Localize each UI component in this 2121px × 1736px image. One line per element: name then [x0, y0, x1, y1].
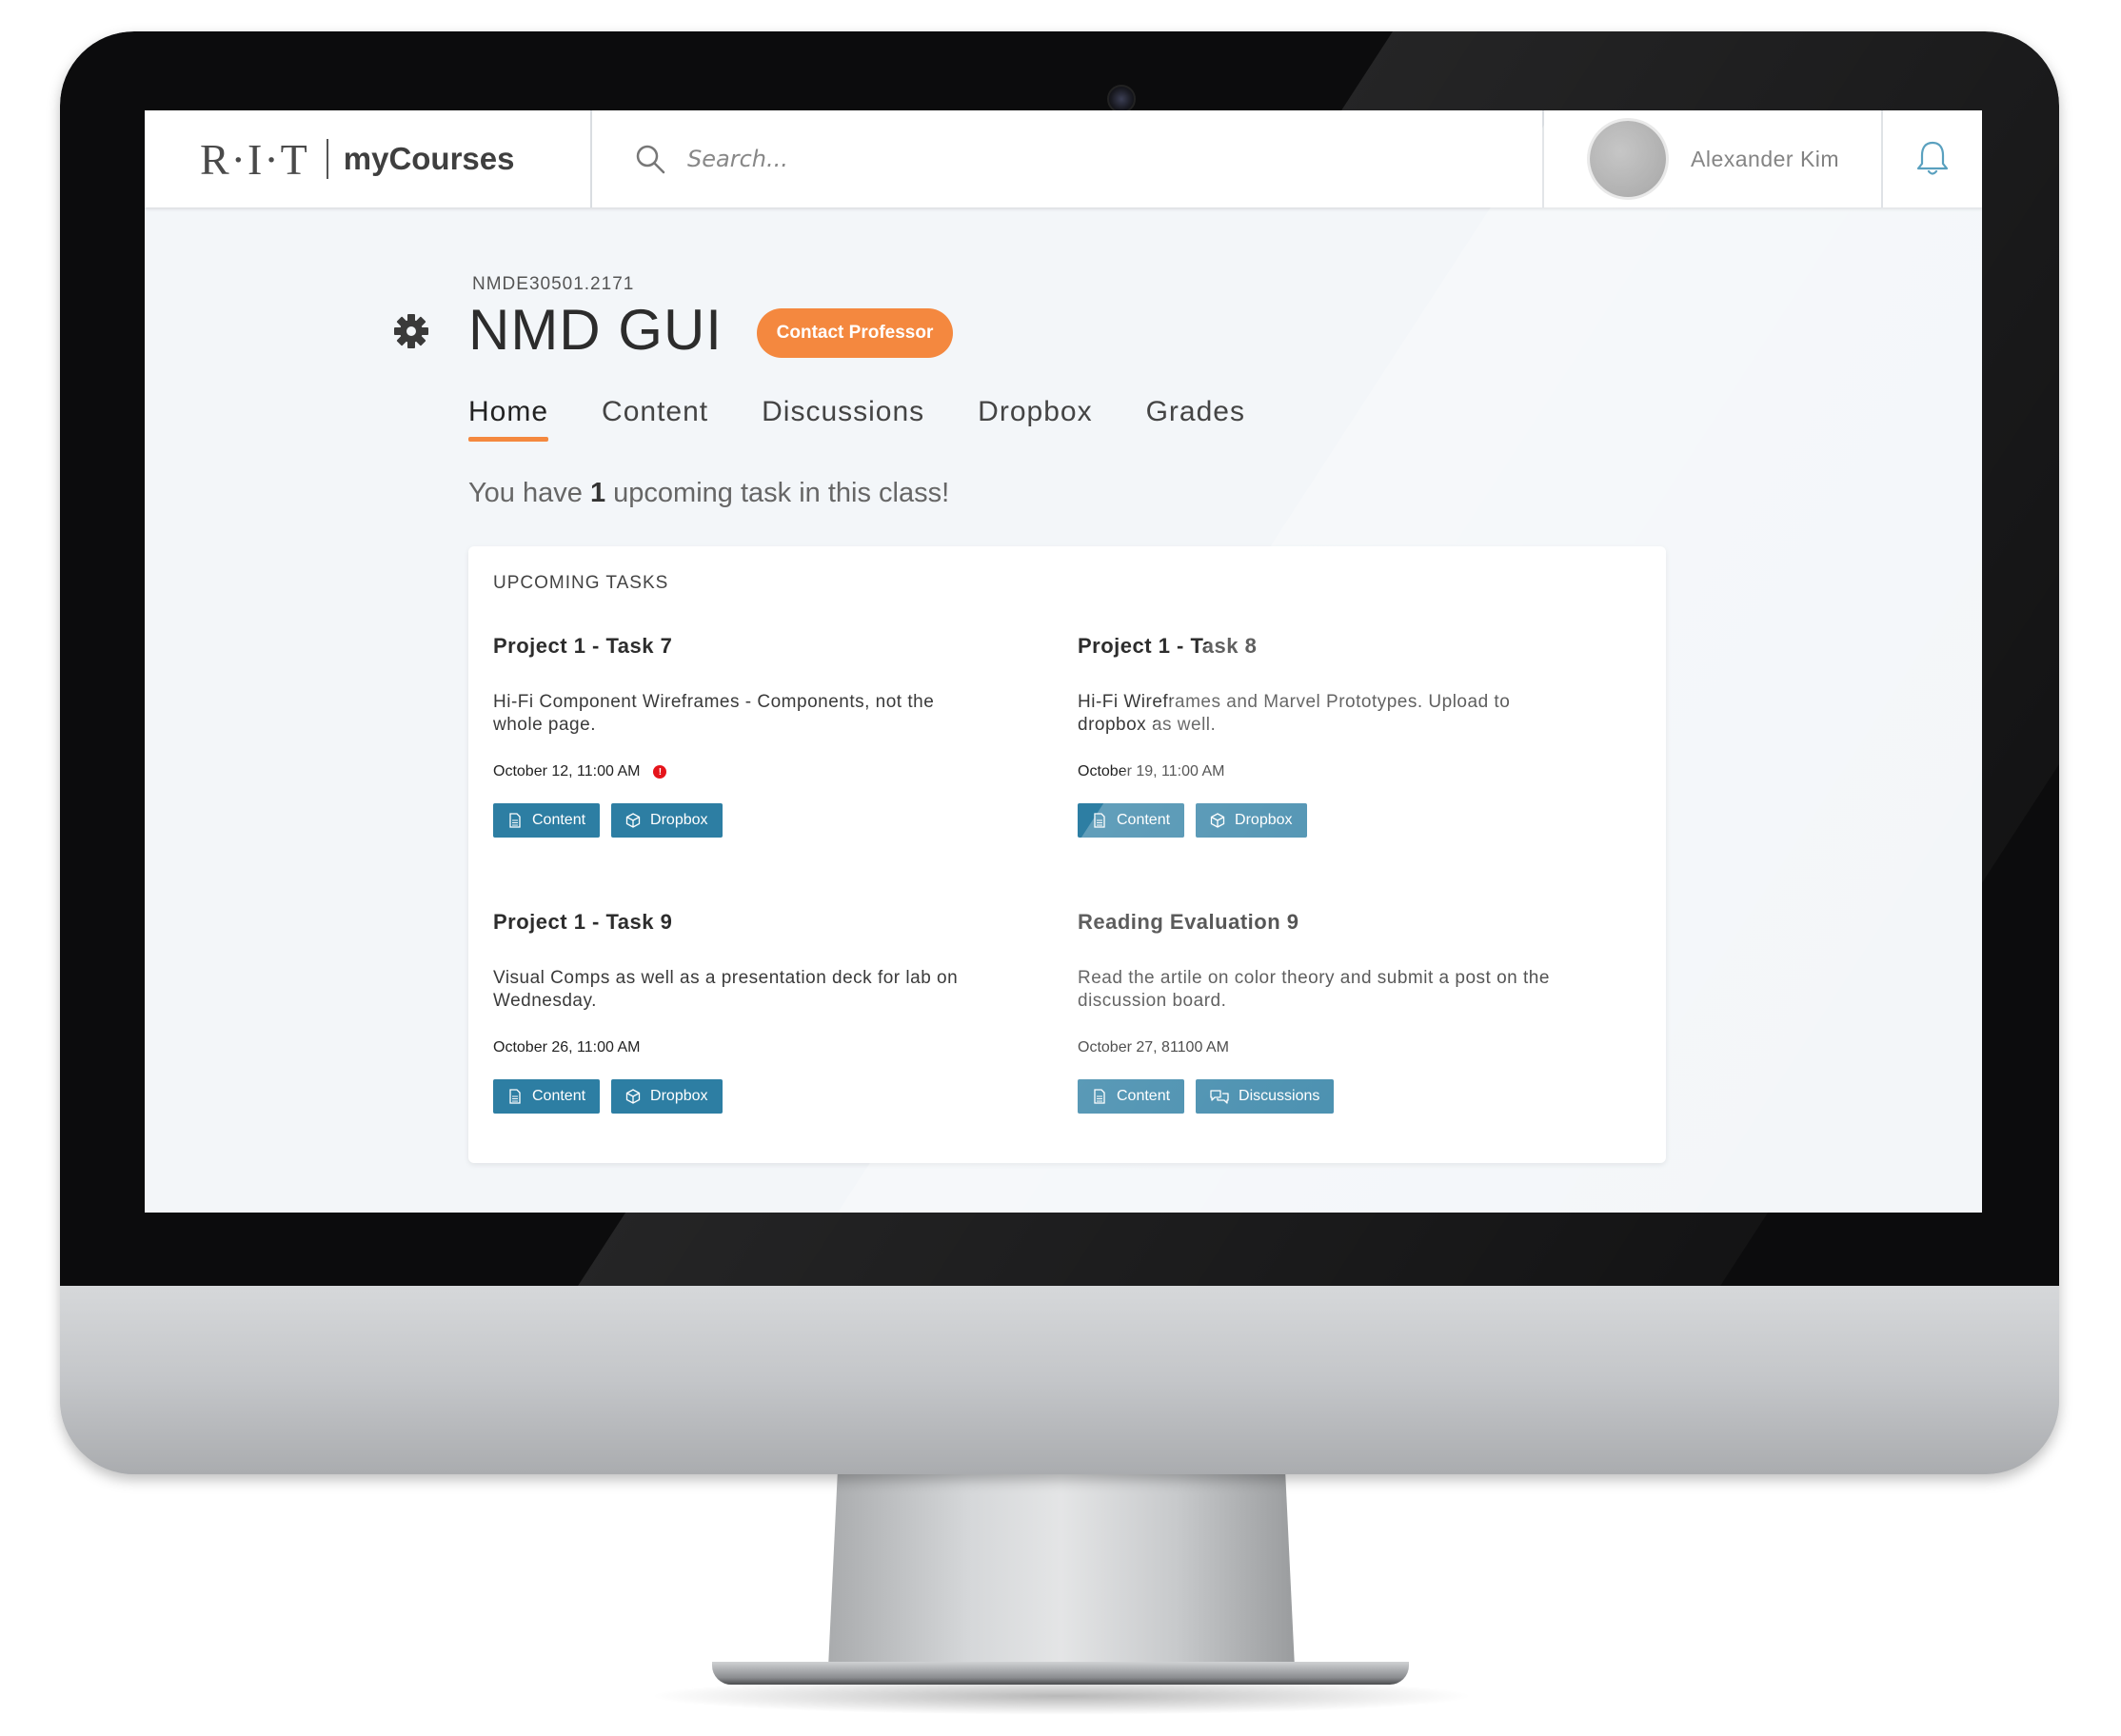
bell-icon[interactable] — [1914, 139, 1951, 179]
task-description: Hi-Fi Component Wireframes - Components,… — [493, 692, 935, 735]
task-buttons: Content Dropbox — [1078, 803, 1611, 838]
summary-prefix: You have — [468, 478, 583, 508]
dropbox-button[interactable]: Dropbox — [611, 803, 723, 838]
task-title[interactable]: Reading Evaluation 9 — [1078, 910, 1611, 935]
monitor-stand-base — [712, 1662, 1409, 1685]
task-description: Read the artile on color theory and subm… — [1078, 968, 1550, 1011]
task-item: Project 1 - Task 9 Visual Comps as well … — [493, 910, 1026, 1114]
rit-logo: R·I·T — [200, 134, 309, 184]
box-icon — [625, 813, 641, 828]
task-date: October 26, 11:00 AM — [493, 1039, 1026, 1056]
content-button-label: Content — [532, 1088, 586, 1104]
notifications — [1883, 110, 1982, 207]
dropbox-button-label: Dropbox — [650, 812, 708, 828]
task-buttons: Content Dropbox — [493, 1079, 1026, 1114]
tab-discussions[interactable]: Discussions — [762, 396, 924, 436]
upcoming-summary: You have 1 upcoming task in this class! — [468, 478, 949, 509]
tab-content[interactable]: Content — [602, 396, 708, 436]
box-icon — [625, 1089, 641, 1104]
box-icon — [1210, 813, 1225, 828]
dropbox-button-label: Dropbox — [650, 1088, 708, 1104]
task-date-text: October 19, 11:00 AM — [1078, 763, 1225, 779]
task-title[interactable]: Project 1 - Task 8 — [1078, 634, 1611, 659]
task-date: October 19, 11:00 AM — [1078, 763, 1611, 780]
search-input[interactable] — [685, 145, 1260, 173]
avatar[interactable] — [1590, 121, 1666, 197]
content-button-label: Content — [1117, 1088, 1171, 1104]
upcoming-tasks-heading: UPCOMING TASKS — [493, 573, 669, 593]
task-item: Reading Evaluation 9 Read the artile on … — [1078, 910, 1611, 1114]
discussions-button[interactable]: Discussions — [1196, 1079, 1335, 1114]
dropbox-button[interactable]: Dropbox — [611, 1079, 723, 1114]
summary-suffix: upcoming task in this class! — [613, 478, 950, 508]
document-icon — [509, 813, 521, 828]
brand-divider — [326, 139, 328, 179]
top-bar: R·I·T myCourses Alexander Kim — [145, 110, 1982, 207]
task-title[interactable]: Project 1 - Task 9 — [493, 910, 1026, 935]
task-item: Project 1 - Task 7 Hi-Fi Component Wiref… — [493, 634, 1026, 838]
task-item: Project 1 - Task 8 Hi-Fi Wireframes and … — [1078, 634, 1611, 838]
task-date-text: October 26, 11:00 AM — [493, 1039, 641, 1055]
screen: R·I·T myCourses Alexander Kim — [145, 110, 1982, 1213]
search-bar — [592, 110, 1544, 207]
task-description: Visual Comps as well as a presentation d… — [493, 968, 959, 1011]
content-button[interactable]: Content — [493, 1079, 601, 1114]
user-menu[interactable]: Alexander Kim — [1544, 110, 1883, 207]
content-button-label: Content — [532, 812, 586, 828]
upcoming-tasks-card: UPCOMING TASKS Project 1 - Task 7 Hi-Fi … — [468, 546, 1666, 1163]
course-tabs: Home Content Discussions Dropbox Grades — [468, 396, 1298, 442]
task-date: October 27, 81100 AM — [1078, 1039, 1611, 1056]
gear-icon[interactable] — [392, 312, 430, 350]
app-name: myCourses — [343, 141, 515, 176]
tab-home[interactable]: Home — [468, 396, 549, 442]
content-button-label: Content — [1117, 812, 1171, 828]
monitor-chin — [60, 1286, 2059, 1474]
dropbox-button[interactable]: Dropbox — [1196, 803, 1307, 838]
tab-dropbox[interactable]: Dropbox — [978, 396, 1092, 436]
monitor-stand — [828, 1473, 1295, 1667]
document-icon — [509, 1089, 521, 1104]
content-button[interactable]: Content — [1078, 1079, 1185, 1114]
task-buttons: Content Discussions — [1078, 1079, 1611, 1114]
course-code: NMDE30501.2171 — [472, 274, 635, 294]
tab-grades[interactable]: Grades — [1146, 396, 1245, 436]
task-buttons: Content Dropbox — [493, 803, 1026, 838]
search-icon[interactable] — [634, 143, 666, 175]
document-icon — [1094, 1089, 1105, 1104]
task-date-text: October 27, 81100 AM — [1078, 1039, 1229, 1055]
task-description: Hi-Fi Wireframes and Marvel Prototypes. … — [1078, 692, 1511, 735]
dropbox-button-label: Dropbox — [1235, 812, 1293, 828]
brand[interactable]: R·I·T myCourses — [145, 110, 592, 207]
page-title: NMD GUI — [468, 298, 723, 362]
chat-bubbles-icon — [1210, 1090, 1229, 1104]
task-date-text: October 12, 11:00 AM — [493, 763, 641, 779]
user-name: Alexander Kim — [1691, 146, 1840, 171]
task-title[interactable]: Project 1 - Task 7 — [493, 634, 1026, 659]
summary-count: 1 — [589, 478, 606, 508]
content-button[interactable]: Content — [493, 803, 601, 838]
content-button[interactable]: Content — [1078, 803, 1185, 838]
document-icon — [1094, 813, 1105, 828]
camera-icon — [1107, 85, 1136, 113]
discussions-button-label: Discussions — [1239, 1088, 1320, 1104]
alert-icon: ! — [653, 765, 667, 779]
task-date: October 12, 11:00 AM ! — [493, 763, 1026, 780]
contact-professor-button[interactable]: Contact Professor — [757, 308, 953, 358]
